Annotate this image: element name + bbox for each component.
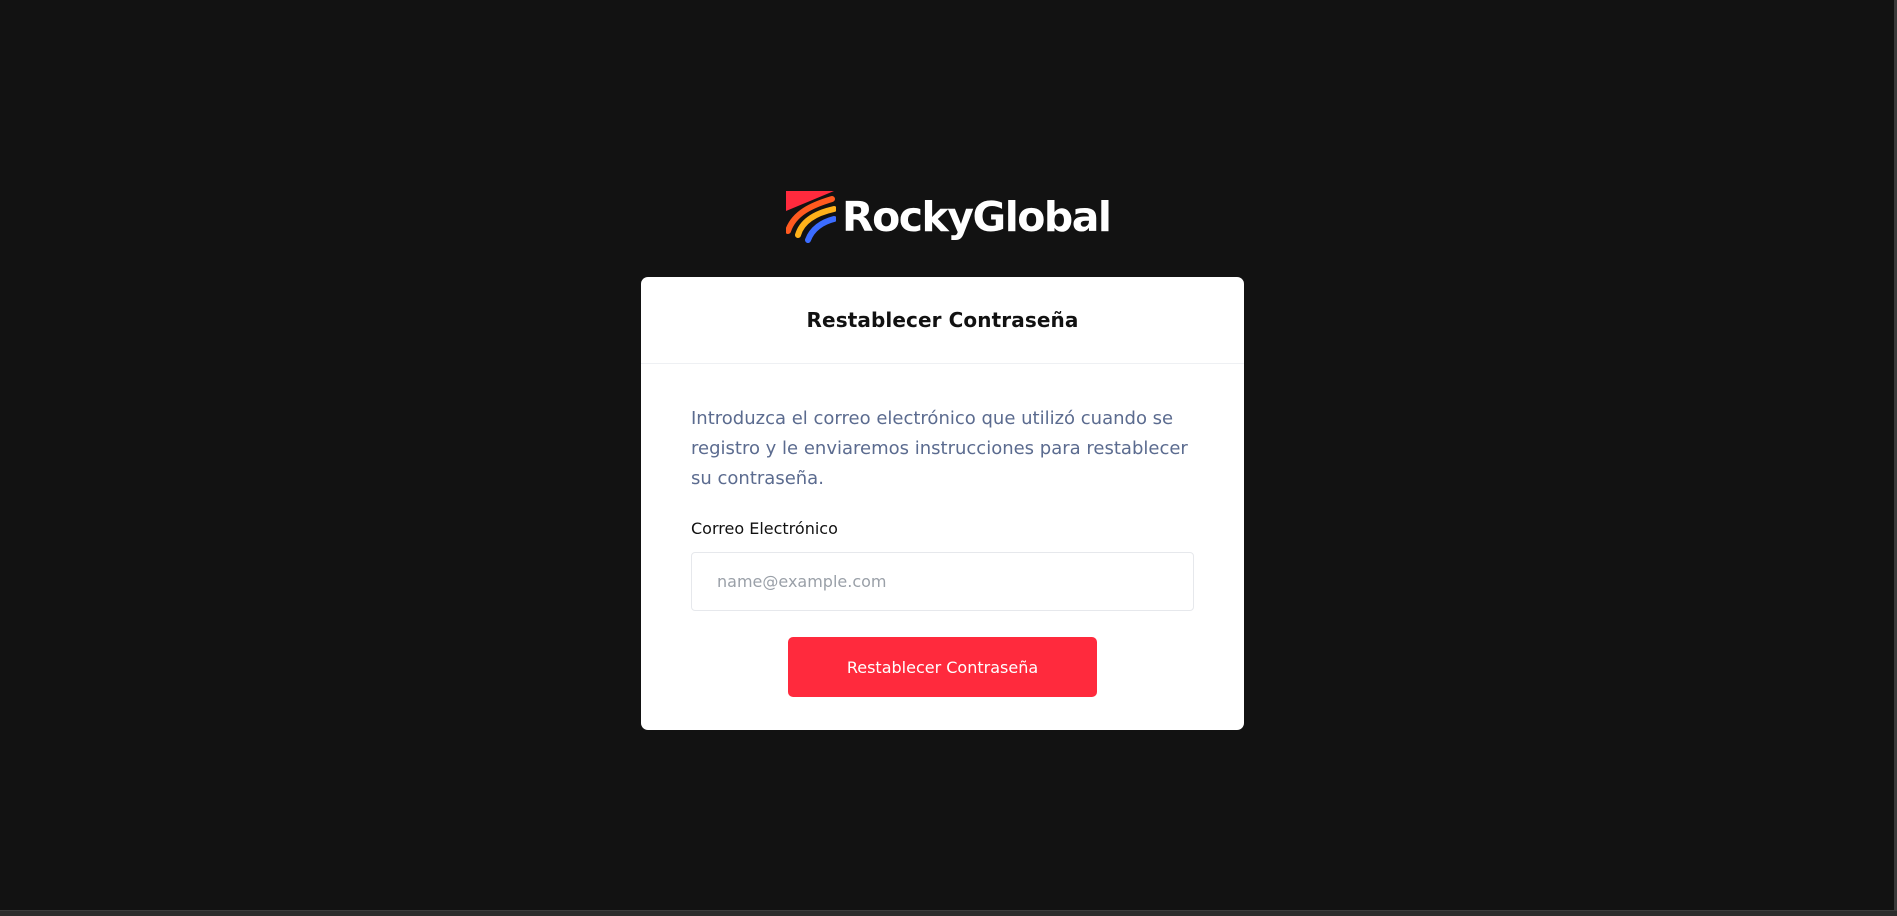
page: RockyGlobal Restablecer Contraseña Intro…	[0, 0, 1897, 916]
card-title: Restablecer Contraseña	[806, 308, 1079, 332]
brand-name: RockyGlobal	[842, 192, 1112, 241]
email-input[interactable]	[691, 552, 1194, 611]
rockyglobal-logo-mark-icon	[786, 191, 836, 243]
card-body: Introduzca el correo electrónico que uti…	[641, 364, 1244, 697]
card-header: Restablecer Contraseña	[641, 277, 1244, 364]
brand-logo[interactable]: RockyGlobal	[786, 190, 1112, 244]
reset-password-card: Restablecer Contraseña Introduzca el cor…	[641, 277, 1244, 730]
reset-password-button[interactable]: Restablecer Contraseña	[788, 637, 1097, 697]
intro-text: Introduzca el correo electrónico que uti…	[691, 408, 1188, 489]
window-bottom-edge	[0, 910, 1897, 916]
email-label: Correo Electrónico	[691, 519, 838, 538]
